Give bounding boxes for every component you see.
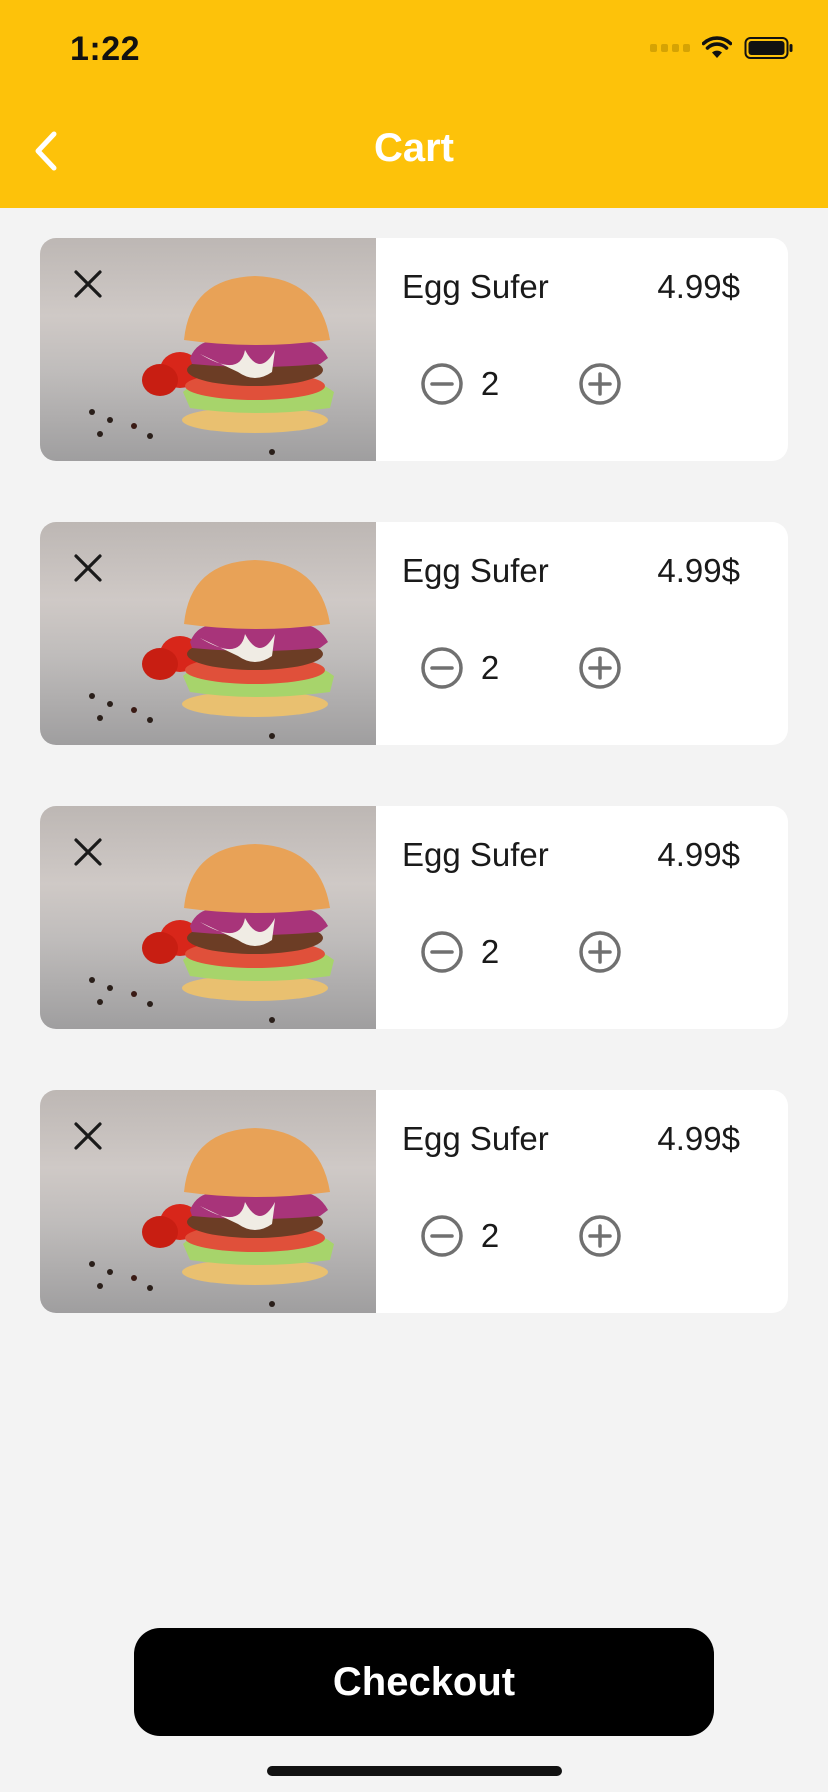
burger-image: [40, 522, 376, 745]
app-header: 1:22 Cart: [0, 0, 828, 208]
quantity-value: 2: [480, 649, 500, 686]
cart-screen: 1:22 Cart Egg Sufer 4.99$ 2 Egg Sufer 4.…: [0, 0, 828, 1792]
item-name: Egg Sufer: [402, 268, 549, 305]
item-price: 4.99$: [657, 552, 740, 589]
item-price: 4.99$: [657, 268, 740, 305]
remove-item-button[interactable]: [70, 1118, 106, 1154]
status-icons: [650, 36, 794, 60]
remove-item-button[interactable]: [70, 834, 106, 870]
cart-item: Egg Sufer 4.99$ 2: [40, 522, 788, 745]
quantity-value: 2: [480, 365, 500, 402]
burger-image: [40, 806, 376, 1029]
remove-item-button[interactable]: [70, 266, 106, 302]
item-name: Egg Sufer: [402, 1120, 549, 1157]
cart-item: Egg Sufer 4.99$ 2: [40, 238, 788, 461]
cart-item: Egg Sufer 4.99$ 2: [40, 1090, 788, 1313]
signal-icon: [650, 44, 690, 52]
home-indicator: [267, 1766, 562, 1776]
cart-item: Egg Sufer 4.99$ 2: [40, 806, 788, 1029]
cart-list: Egg Sufer 4.99$ 2 Egg Sufer 4.99$ 2 Egg …: [40, 238, 788, 1374]
increase-quantity-button[interactable]: [578, 646, 622, 690]
page-title: Cart: [373, 126, 455, 170]
item-name: Egg Sufer: [402, 836, 549, 873]
decrease-quantity-button[interactable]: [420, 362, 464, 406]
decrease-quantity-button[interactable]: [420, 646, 464, 690]
quantity-value: 2: [480, 933, 500, 970]
item-name: Egg Sufer: [402, 552, 549, 589]
burger-image: [40, 1090, 376, 1313]
decrease-quantity-button[interactable]: [420, 1214, 464, 1258]
battery-icon: [744, 37, 793, 59]
item-price: 4.99$: [657, 836, 740, 873]
status-time: 1:22: [70, 30, 141, 68]
item-price: 4.99$: [657, 1120, 740, 1157]
decrease-quantity-button[interactable]: [420, 930, 464, 974]
quantity-value: 2: [480, 1217, 500, 1254]
burger-image: [40, 238, 376, 461]
increase-quantity-button[interactable]: [578, 362, 622, 406]
wifi-icon: [702, 36, 732, 58]
increase-quantity-button[interactable]: [578, 1214, 622, 1258]
checkout-button[interactable]: Checkout: [134, 1628, 714, 1736]
remove-item-button[interactable]: [70, 550, 106, 586]
increase-quantity-button[interactable]: [578, 930, 622, 974]
